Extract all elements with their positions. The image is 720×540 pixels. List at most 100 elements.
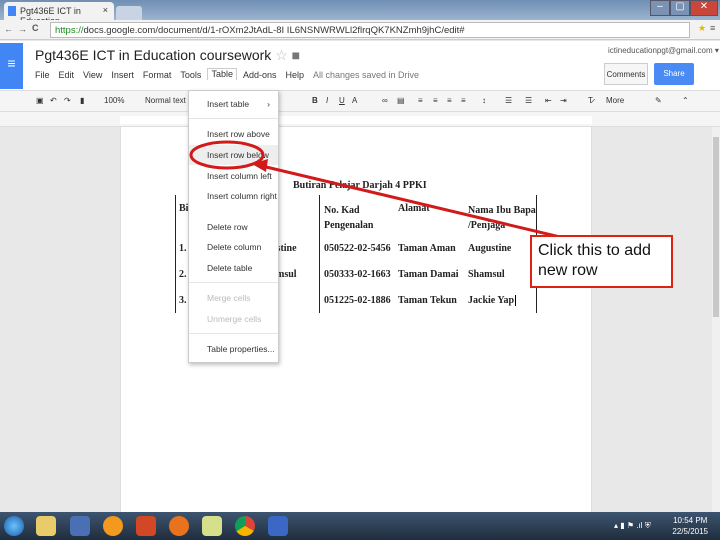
numbered-list-icon[interactable]: ☰ [505, 96, 512, 105]
minimize-button[interactable]: – [650, 0, 670, 16]
menu-item-table-properties[interactable]: Table properties... [189, 339, 278, 359]
table-cell: 050333-02-1663 [324, 269, 391, 280]
forward-icon[interactable]: → [18, 24, 27, 34]
folder-icon[interactable]: ■ [292, 47, 300, 63]
table-cell: 1. [179, 243, 187, 254]
table-header: Alamat [398, 203, 430, 214]
chrome-icon[interactable] [235, 516, 255, 536]
app-icon[interactable] [70, 516, 90, 536]
italic-icon[interactable]: I [326, 96, 328, 105]
clear-formatting-icon[interactable]: T̷ [588, 96, 593, 105]
new-tab-button[interactable] [116, 6, 142, 20]
start-button[interactable] [4, 516, 24, 536]
menu-tools[interactable]: Tools [180, 70, 201, 80]
menu-help[interactable]: Help [285, 70, 304, 80]
menu-table[interactable]: Table [207, 68, 237, 80]
share-button[interactable]: Share [654, 63, 694, 85]
paint-format-icon[interactable]: ▮ [80, 96, 84, 105]
reload-icon[interactable]: C [32, 23, 39, 33]
menu-item-delete-table[interactable]: Delete table [189, 258, 278, 278]
table-cell: 2. [179, 269, 187, 280]
close-window-button[interactable]: ✕ [690, 0, 718, 16]
line-spacing-icon[interactable]: ↕ [482, 96, 486, 105]
menu-bar: File Edit View Insert Format Tools Table… [35, 68, 420, 80]
menu-divider [189, 282, 278, 283]
back-icon[interactable]: ← [4, 24, 13, 34]
menu-file[interactable]: File [35, 70, 50, 80]
bold-icon[interactable]: B [312, 96, 318, 105]
table-cell: Taman Damai [398, 269, 459, 280]
submenu-arrow-icon: › [267, 99, 270, 109]
table-cell: 051225-02-1886 [324, 295, 391, 306]
close-tab-icon[interactable]: × [103, 5, 108, 15]
pen-icon[interactable]: ✎ [655, 96, 662, 105]
table-cell: 3. [179, 295, 187, 306]
menu-item-delete-column[interactable]: Delete column [189, 237, 278, 257]
url-scheme: https:// [55, 25, 84, 36]
menu-edit[interactable]: Edit [59, 70, 75, 80]
zoom-select[interactable]: 100% [104, 96, 124, 105]
underline-icon[interactable]: U [339, 96, 345, 105]
table-cell: Jackie Yap [468, 295, 517, 306]
redo-icon[interactable]: ↷ [64, 96, 71, 105]
tray-icons[interactable]: ▴ ▮ ⚑ .ıl ⛨ [614, 521, 651, 531]
menu-format[interactable]: Format [143, 70, 172, 80]
document-title-text: Pgt436E ICT in Education coursework [35, 47, 272, 63]
security-shield-icon[interactable] [268, 516, 288, 536]
print-icon[interactable]: ▣ [36, 96, 44, 105]
table-cell: 050522-02-5456 [324, 243, 391, 254]
url-input[interactable]: https://docs.google.com/document/d/1-rOX… [50, 22, 690, 38]
url-path: docs.google.com/document/d/1-rOXm2JtAdL-… [83, 25, 465, 36]
more-button[interactable]: More [606, 96, 624, 105]
menu-view[interactable]: View [83, 70, 102, 80]
menu-item-insert-column-left[interactable]: Insert column left [189, 166, 278, 186]
menu-item-unmerge-cells: Unmerge cells [207, 314, 262, 324]
style-select[interactable]: Normal text [145, 96, 186, 105]
comment-icon[interactable]: ▤ [397, 96, 405, 105]
maximize-button[interactable]: ▢ [670, 0, 690, 16]
save-status: All changes saved in Drive [313, 70, 420, 80]
text-color-icon[interactable]: A [352, 96, 357, 105]
system-clock[interactable]: 10:54 PM 22/5/2015 [672, 515, 708, 537]
powerpoint-icon[interactable] [136, 516, 156, 536]
collapse-icon[interactable]: ⌃ [682, 96, 689, 105]
chrome-menu-icon[interactable]: ≡ [710, 23, 715, 33]
firefox-icon[interactable] [169, 516, 189, 536]
justify-icon[interactable]: ≡ [461, 96, 466, 105]
document-title[interactable]: Pgt436E ICT in Education coursework ☆ ■ [35, 47, 300, 64]
vertical-scrollbar[interactable] [712, 127, 720, 512]
explorer-icon[interactable] [36, 516, 56, 536]
bulleted-list-icon[interactable]: ☰ [525, 96, 532, 105]
menu-item-insert-row-above[interactable]: Insert row above [189, 124, 278, 144]
table-cell: Shamsul [468, 269, 505, 280]
star-icon[interactable]: ☆ [275, 47, 288, 63]
menu-item-insert-table[interactable]: Insert table › [189, 94, 278, 114]
comments-button[interactable]: Comments [604, 63, 648, 85]
docs-home-icon[interactable]: ≡ [0, 43, 23, 89]
align-left-icon[interactable]: ≡ [418, 96, 423, 105]
menu-item-delete-row[interactable]: Delete row [189, 217, 278, 237]
browser-tab[interactable]: Pgt436E ICT in Education× [4, 2, 114, 26]
decrease-indent-icon[interactable]: ⇤ [545, 96, 552, 105]
clock-time: 10:54 PM [673, 516, 708, 525]
align-right-icon[interactable]: ≡ [447, 96, 452, 105]
document-heading: Butiran Pelajar Darjah 4 PPKI [293, 180, 427, 191]
menu-item-insert-row-below[interactable]: Insert row below [189, 145, 278, 165]
sticky-notes-icon[interactable] [202, 516, 222, 536]
increase-indent-icon[interactable]: ⇥ [560, 96, 567, 105]
annotation-callout: Click this to add new row [530, 235, 673, 288]
align-center-icon[interactable]: ≡ [433, 96, 438, 105]
media-player-icon[interactable] [103, 516, 123, 536]
table-menu-dropdown: Insert table › Insert row above Insert ro… [188, 90, 279, 363]
menu-add-ons[interactable]: Add-ons [243, 70, 277, 80]
menu-divider [189, 333, 278, 334]
bookmark-star-icon[interactable]: ★ [698, 23, 706, 34]
account-email[interactable]: ictineducationpgt@gmail.com ▾ [608, 46, 719, 55]
scrollbar-thumb[interactable] [713, 137, 719, 317]
menu-item-insert-column-right[interactable]: Insert column right [189, 186, 278, 206]
table-header: Nama Ibu Bapa /Penjaga [468, 205, 536, 231]
link-icon[interactable]: ∞ [382, 96, 388, 105]
menu-insert[interactable]: Insert [111, 70, 134, 80]
browser-tab-bar: Pgt436E ICT in Education× – ▢ ✕ [0, 0, 720, 26]
undo-icon[interactable]: ↶ [50, 96, 57, 105]
